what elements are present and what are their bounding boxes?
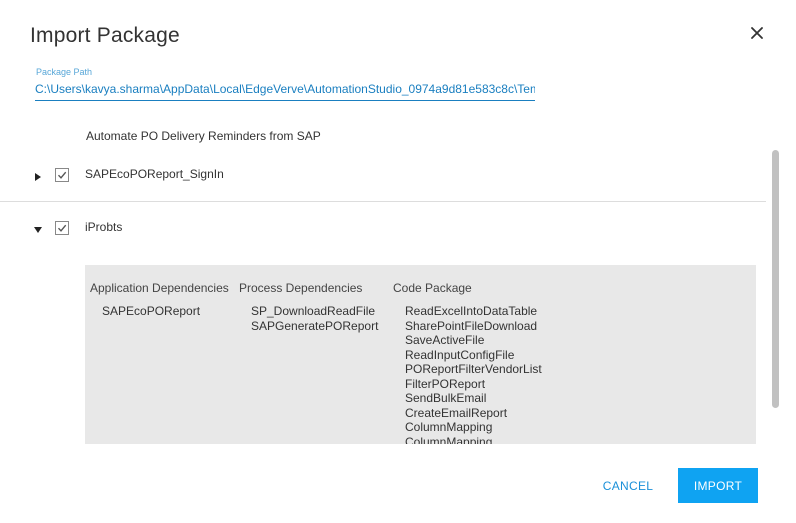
tree-item-checkbox[interactable] — [55, 221, 69, 235]
list-item: SAPEcoPOReport — [102, 304, 201, 318]
close-icon — [751, 27, 763, 39]
list-item: SP_DownloadReadFile — [251, 304, 376, 318]
close-button[interactable] — [746, 22, 768, 44]
code-package-list: ReadExcelIntoDataTable SharePointFileDow… — [405, 304, 542, 444]
tree-item-label: SAPEcoPOReport_SignIn — [85, 167, 224, 181]
scrollbar-thumb[interactable] — [772, 150, 779, 408]
application-dependencies-header: Application Dependencies — [90, 281, 229, 295]
list-item: ReadExcelIntoDataTable — [405, 304, 538, 318]
package-name: Automate PO Delivery Reminders from SAP — [86, 129, 321, 143]
list-item: ColumnMapping — [405, 434, 493, 445]
list-item: SendBulkEmail — [405, 391, 487, 405]
checkmark-icon — [57, 171, 67, 179]
import-package-dialog: Import Package Package Path C:\Users\kav… — [0, 0, 796, 523]
caret-right-icon — [35, 173, 41, 181]
expand-arrow[interactable] — [33, 169, 43, 181]
package-path-input[interactable]: C:\Users\kavya.sharma\AppData\Local\Edge… — [35, 82, 535, 101]
cancel-button[interactable]: CANCEL — [592, 472, 664, 500]
list-item: SAPGeneratePOReport — [251, 318, 379, 333]
process-dependencies-header: Process Dependencies — [239, 281, 363, 295]
dialog-title: Import Package — [30, 24, 180, 47]
caret-down-icon — [34, 227, 42, 233]
collapse-arrow[interactable] — [33, 222, 43, 233]
list-item: ColumnMapping — [405, 420, 493, 434]
list-item: ReadInputConfigFile — [405, 347, 515, 362]
list-item: SaveActiveFile — [405, 333, 485, 347]
tree-item-label: iProbts — [85, 220, 123, 234]
tree-item-checkbox[interactable] — [55, 168, 69, 182]
tree-item-signin: SAPEcoPOReport_SignIn — [0, 162, 766, 192]
application-dependencies-list: SAPEcoPOReport — [102, 304, 200, 319]
import-button[interactable]: IMPORT — [678, 468, 758, 503]
package-path-label: Package Path — [36, 67, 93, 77]
list-item: POReportFilterVendorList — [405, 362, 542, 376]
package-tree: Automate PO Delivery Reminders from SAP … — [0, 112, 770, 444]
list-item: CreateEmailReport — [405, 405, 508, 420]
dependencies-panel: Application Dependencies Process Depende… — [85, 265, 756, 444]
divider — [0, 201, 766, 202]
tree-item-iprobts: iProbts — [0, 214, 766, 244]
list-item: FilterPOReport — [405, 376, 486, 391]
process-dependencies-list: SP_DownloadReadFile SAPGeneratePOReport — [251, 304, 378, 333]
list-item: SharePointFileDownload — [405, 318, 538, 333]
checkmark-icon — [57, 224, 67, 232]
code-package-header: Code Package — [393, 281, 472, 295]
